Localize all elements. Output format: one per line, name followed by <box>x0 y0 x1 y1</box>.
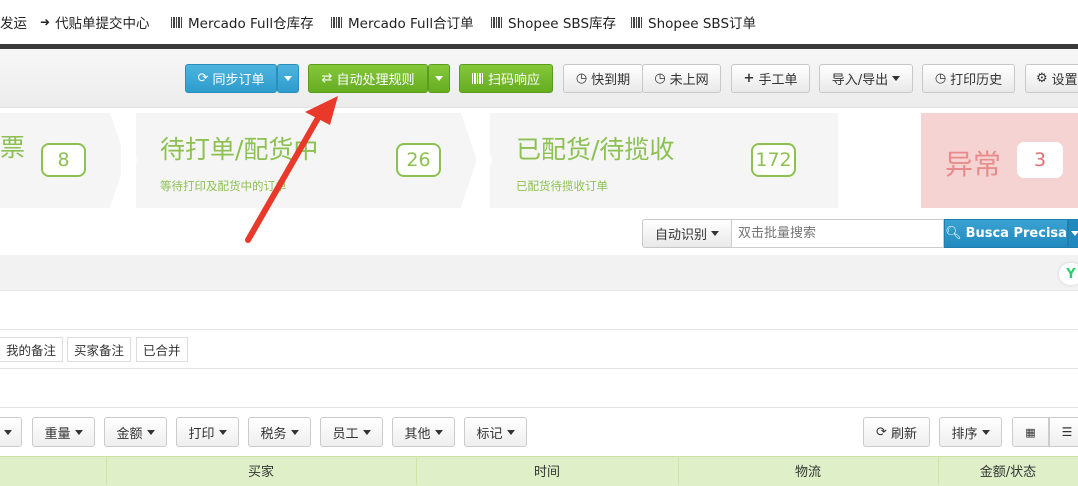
list-view-button[interactable]: ☰ <box>1049 417 1078 447</box>
stat-subtitle-pending-print: 等待打印及配货中的订单 <box>160 179 287 193</box>
count-badge-first: 8 <box>41 143 86 177</box>
caret-down-icon <box>218 429 227 435</box>
chevron-cut <box>121 113 137 207</box>
clock-icon: ◷ <box>654 71 666 86</box>
barcode-icon <box>491 16 503 28</box>
auto-rules-button[interactable]: ⇄ 自动处理规则 <box>308 64 428 93</box>
barcode-icon <box>331 16 343 28</box>
refresh-icon: ⟳ <box>197 71 209 86</box>
caret-down-icon <box>290 429 299 435</box>
count-badge-pending-print: 26 <box>396 143 441 177</box>
barcode-icon <box>171 16 183 28</box>
table-header-amount-status[interactable]: 金额/状态 <box>938 456 1078 485</box>
count-badge-exception: 3 <box>1017 142 1063 178</box>
barcode-icon <box>471 73 484 84</box>
tag-merged[interactable]: 已合并 <box>136 337 188 362</box>
not-online-button[interactable]: ◷ 未上网 <box>642 64 721 93</box>
table-header-logistics[interactable]: 物流 <box>678 456 939 485</box>
caret-down-icon <box>146 429 155 435</box>
nav-item-label-submit-center[interactable]: ➜ 代贴单提交中心 <box>40 12 150 32</box>
chevron-separator <box>461 113 477 207</box>
tag-buyer-note[interactable]: 买家备注 <box>67 337 132 362</box>
stat-subtitle-ready-pickup: 已配货待揽收订单 <box>516 179 608 193</box>
caret-down-icon <box>981 429 990 435</box>
stat-title-first: 票 <box>0 133 26 162</box>
batch-search-input[interactable] <box>731 219 944 248</box>
nav-item-shopee-sbs-stock[interactable]: Shopee SBS库存 <box>491 12 616 32</box>
sort-button[interactable]: 排序 <box>939 417 1002 447</box>
expiring-soon-button[interactable]: ◷ 快到期 <box>563 64 643 93</box>
settings-button[interactable]: ⚙ 设置 <box>1025 64 1078 93</box>
caret-down-icon <box>434 429 443 435</box>
caret-down-icon <box>362 429 371 435</box>
search-icon: 🔍︎ <box>945 226 962 241</box>
caret-down-icon <box>435 76 443 81</box>
print-history-button[interactable]: ◷ 打印历史 <box>922 64 1015 93</box>
clock-icon: ◷ <box>575 71 588 86</box>
auto-rules-dropdown[interactable] <box>428 64 450 93</box>
refresh-button[interactable]: ⟳ 刷新 <box>863 417 930 447</box>
filter-amount[interactable]: 金额 <box>104 417 167 447</box>
sync-orders-button[interactable]: ⟳ 同步订单 <box>185 64 277 93</box>
search-mode-select[interactable]: 自动识别 <box>642 219 732 248</box>
chat-widget-icon[interactable]: Y <box>1059 263 1078 285</box>
nav-item-shipping[interactable]: 发运 <box>0 12 27 32</box>
nav-item-shopee-sbs-orders[interactable]: Shopee SBS订单 <box>631 12 756 32</box>
sign-in-icon: ➜ <box>40 15 51 29</box>
import-export-button[interactable]: 导入/导出 <box>819 64 913 93</box>
busca-precisa-dropdown[interactable] <box>1068 219 1078 248</box>
clock-icon: ◷ <box>934 71 947 86</box>
sync-orders-dropdown[interactable] <box>277 64 299 93</box>
refresh-icon: ⟳ <box>876 424 887 440</box>
list-icon: ☰ <box>1061 425 1073 439</box>
filter-dropdown-partial[interactable] <box>0 417 22 447</box>
table-header-time[interactable]: 时间 <box>416 456 679 485</box>
grid-view-button[interactable]: ▦ <box>1012 417 1049 447</box>
filter-staff[interactable]: 员工 <box>320 417 383 447</box>
tag-my-note[interactable]: 我的备注 <box>0 337 64 362</box>
nav-item-mercado-full-stock[interactable]: Mercado Full仓库存 <box>171 12 314 32</box>
exchange-icon: ⇄ <box>321 71 333 86</box>
filter-band <box>0 255 1078 291</box>
filter-mark[interactable]: 标记 <box>464 417 527 447</box>
stat-title-pending-print: 待打单/配货中 <box>160 135 319 164</box>
table-header-buyer[interactable]: 买家 <box>106 456 417 485</box>
filter-tax[interactable]: 税务 <box>248 417 311 447</box>
caret-down-icon <box>284 76 292 81</box>
top-nav: 发运 ➜ 代贴单提交中心 Mercado Full仓库存 Mercado Ful… <box>0 0 1078 44</box>
grid-icon: ▦ <box>1025 425 1036 439</box>
nav-item-mercado-full-orders[interactable]: Mercado Full合订单 <box>331 12 474 32</box>
caret-down-icon <box>711 231 719 236</box>
chevron-cut <box>476 113 492 207</box>
caret-down-icon <box>506 429 515 435</box>
caret-down-icon <box>4 429 12 435</box>
busca-precisa-button[interactable]: 🔍︎ Busca Precisa <box>944 219 1068 248</box>
manual-order-button[interactable]: + 手工单 <box>731 64 810 93</box>
stat-title-exception: 异常 <box>945 148 1002 181</box>
stat-title-ready-pickup: 已配货/待揽收 <box>516 135 675 164</box>
count-badge-ready-pickup: 172 <box>751 143 796 177</box>
caret-down-icon <box>74 429 83 435</box>
filter-print[interactable]: 打印 <box>176 417 239 447</box>
scan-response-button[interactable]: 扫码响应 <box>459 64 553 93</box>
filter-weight[interactable]: 重量 <box>32 417 95 447</box>
caret-down-icon <box>1071 231 1078 236</box>
plus-icon: + <box>743 71 755 86</box>
gear-icon: ⚙ <box>1036 71 1048 86</box>
table-header-cell <box>0 456 107 485</box>
barcode-icon <box>631 16 643 28</box>
filter-other[interactable]: 其他 <box>392 417 455 447</box>
caret-down-icon <box>892 76 901 81</box>
